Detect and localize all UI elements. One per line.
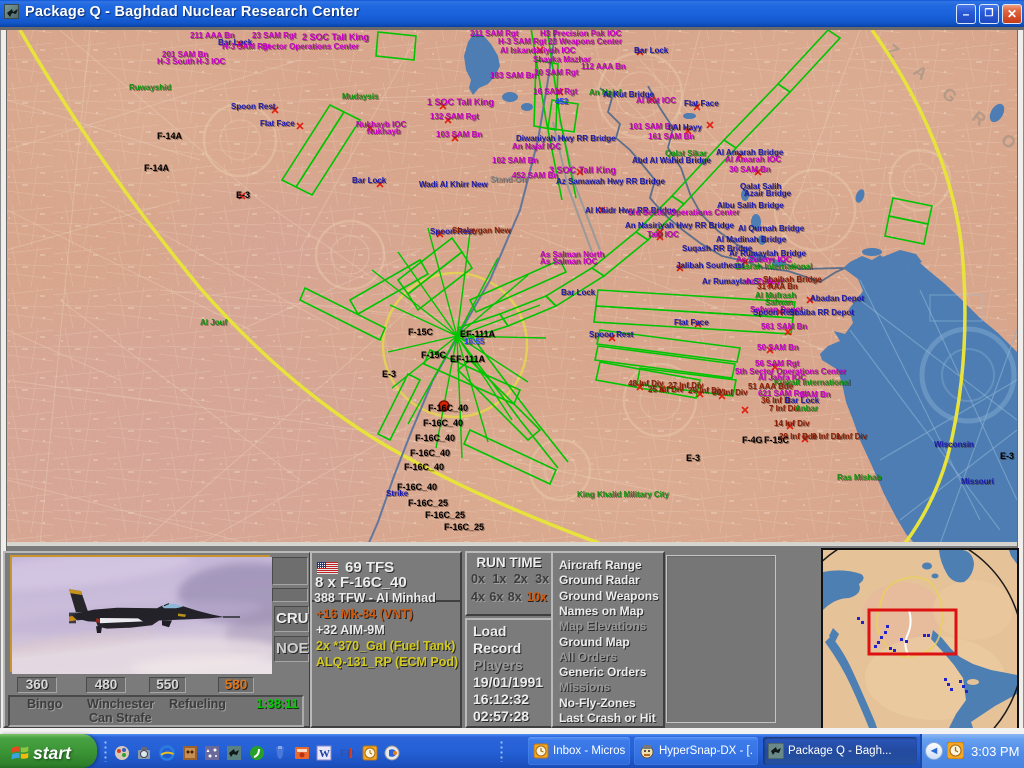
svg-text:F-16C_40: F-16C_40 (415, 433, 455, 443)
svg-text:Mudaysis: Mudaysis (342, 92, 379, 101)
svg-text:F-4G: F-4G (742, 435, 763, 445)
svg-text:30 SAM Bn: 30 SAM Bn (729, 165, 771, 174)
svg-text:16 SAM Rgt: 16 SAM Rgt (533, 87, 578, 96)
svg-text:452: 452 (555, 97, 569, 106)
svg-text:F-15C: F-15C (764, 435, 790, 445)
svg-text:Strike: Strike (386, 489, 409, 498)
svg-text:3rd Sector Operations Center: 3rd Sector Operations Center (628, 208, 740, 217)
svg-text:F-16C_40: F-16C_40 (423, 418, 463, 428)
svg-text:1 SOC Tall King: 1 SOC Tall King (427, 97, 494, 107)
svg-text:Al Qurnah Bridge: Al Qurnah Bridge (738, 224, 805, 233)
svg-text:H-3 SAM Rgt: H-3 SAM Rgt (498, 37, 547, 46)
svg-text:Shaiba RR Depot: Shaiba RR Depot (789, 308, 854, 317)
svg-text:Wisconsin: Wisconsin (934, 440, 974, 449)
svg-text:F-16C_40: F-16C_40 (428, 403, 468, 413)
svg-text:Nukhayb: Nukhayb (367, 127, 401, 136)
svg-text:Bar Lock: Bar Lock (634, 46, 669, 55)
svg-text:As Salman IOC: As Salman IOC (540, 257, 598, 266)
svg-text:F-16C_25: F-16C_25 (408, 498, 448, 508)
svg-text:132 SAM Rgt: 132 SAM Rgt (430, 112, 479, 121)
svg-text:Al Amarah IOC: Al Amarah IOC (725, 155, 781, 164)
svg-text:30 Inf Div: 30 Inf Div (712, 388, 748, 397)
svg-text:50 SAM Bn: 50 SAM Bn (757, 343, 799, 352)
svg-text:Basrah International: Basrah International (735, 262, 812, 271)
svg-text:16:55: 16:55 (464, 337, 485, 346)
svg-text:W: W (319, 748, 330, 760)
svg-text:F-16C_25: F-16C_25 (425, 510, 465, 520)
svg-text:Shalaygan New: Shalaygan New (452, 226, 511, 235)
svg-text:F-16C_40: F-16C_40 (404, 462, 444, 472)
svg-text:t Al Hayy: t Al Hayy (668, 123, 702, 132)
svg-text:Abd Al Wahid Bridge: Abd Al Wahid Bridge (632, 156, 712, 165)
svg-text:F-15C: F-15C (421, 350, 447, 360)
svg-text:Spoon Rest: Spoon Rest (231, 102, 276, 111)
svg-text:Wadi Al Khirr New: Wadi Al Khirr New (419, 180, 489, 189)
svg-text:Al Kut IOC: Al Kut IOC (636, 96, 676, 105)
svg-text:H-3 IOC: H-3 IOC (196, 57, 226, 66)
svg-text:23 SAM Rgt: 23 SAM Rgt (252, 31, 297, 40)
svg-text:Anbar: Anbar (795, 404, 818, 413)
svg-text:EF-111A: EF-111A (450, 354, 486, 364)
svg-text:183 SAM Bn: 183 SAM Bn (490, 71, 536, 80)
svg-text:Ras Mishab: Ras Mishab (837, 473, 882, 482)
svg-text:Az Samawah Hwy RR Bridge: Az Samawah Hwy RR Bridge (556, 177, 665, 186)
svg-text:Flat Face: Flat Face (684, 99, 719, 108)
svg-text:H-3 South: H-3 South (157, 57, 195, 66)
svg-text:31 AAA Bn: 31 AAA Bn (757, 282, 798, 291)
svg-text:Missouri: Missouri (961, 477, 994, 486)
svg-text:An Najaf IOC: An Najaf IOC (512, 142, 561, 151)
svg-text:Talil IOC: Talil IOC (647, 230, 679, 239)
svg-text:F-15C: F-15C (408, 327, 434, 337)
svg-text:E-3: E-3 (382, 369, 396, 379)
svg-text:King Khalid Military City: King Khalid Military City (577, 490, 670, 499)
svg-text:14 Inf Div: 14 Inf Div (774, 419, 810, 428)
svg-text:Spoon Rest: Spoon Rest (589, 330, 634, 339)
svg-text:161 SAM Bn: 161 SAM Bn (648, 132, 694, 141)
svg-text:10 SAM Rgt: 10 SAM Rgt (534, 68, 579, 77)
svg-text:An Nasiriyah Hwy RR Bridge: An Nasiriyah Hwy RR Bridge (625, 221, 734, 230)
svg-text:1 Inf Div: 1 Inf Div (836, 432, 868, 441)
svg-text:F-14A: F-14A (144, 163, 170, 173)
svg-text:3 SOC Tall King: 3 SOC Tall King (549, 165, 616, 175)
svg-text:Abadan Depot: Abadan Depot (810, 294, 865, 303)
svg-text:Sector Operations Center: Sector Operations Center (262, 42, 359, 51)
svg-text:Flat Face: Flat Face (260, 119, 295, 128)
svg-text:E-3: E-3 (236, 190, 250, 200)
svg-text:561 SAM Bn: 561 SAM Bn (761, 322, 807, 331)
svg-text:Al Jouf: Al Jouf (200, 318, 227, 327)
svg-text:F-16C_40: F-16C_40 (410, 448, 450, 458)
svg-text:Bar Lock: Bar Lock (561, 288, 596, 297)
svg-text:E-3: E-3 (686, 453, 700, 463)
svg-text:2 SOC Tall King: 2 SOC Tall King (302, 32, 369, 42)
svg-text:112 AAA Bn: 112 AAA Bn (581, 62, 626, 71)
svg-text:103 SAM Bn: 103 SAM Bn (436, 130, 482, 139)
svg-text:Al Iskandariyah IOC: Al Iskandariyah IOC (500, 46, 576, 55)
svg-text:25 Inf Div: 25 Inf Div (648, 385, 684, 394)
svg-text:F-16C_25: F-16C_25 (444, 522, 484, 532)
svg-text:E-3: E-3 (1000, 451, 1014, 461)
svg-text:Al Madinah Bridge: Al Madinah Bridge (716, 235, 787, 244)
svg-text:F-14A: F-14A (157, 131, 183, 141)
svg-text:452 SAM Bn: 452 SAM Bn (512, 171, 558, 180)
svg-text:102 SAM Bn: 102 SAM Bn (492, 156, 538, 165)
svg-text:Jalibah Southeast: Jalibah Southeast (676, 261, 745, 270)
svg-text:Flat Face: Flat Face (674, 318, 709, 327)
svg-text:Ruwayshid: Ruwayshid (129, 83, 171, 92)
svg-text:Bar Lock: Bar Lock (352, 176, 387, 185)
svg-text:23 Weapons Center: 23 Weapons Center (548, 37, 622, 46)
svg-text:Azair Bridge: Azair Bridge (744, 189, 792, 198)
